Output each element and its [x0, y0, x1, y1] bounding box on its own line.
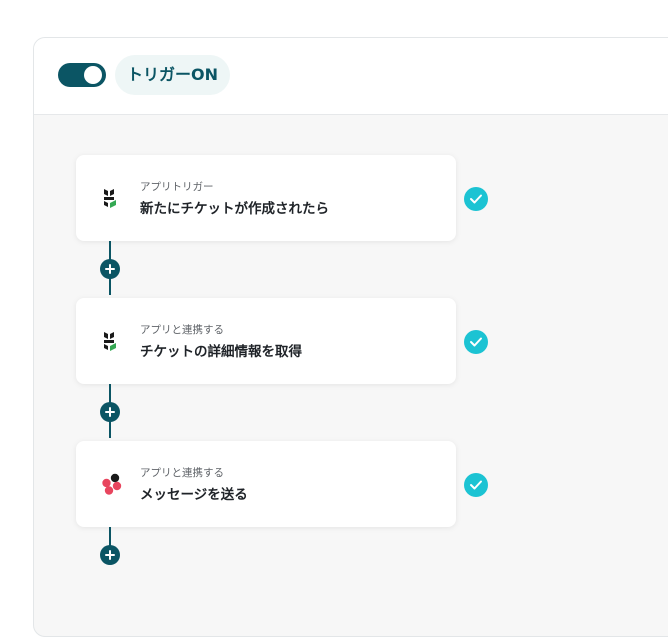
trigger-status-label: トリガーON	[115, 55, 230, 95]
check-icon	[464, 330, 488, 354]
check-icon	[464, 187, 488, 211]
step-type-label: アプリトリガー	[140, 181, 214, 193]
step-title: メッセージを送る	[140, 487, 248, 503]
check-icon	[464, 473, 488, 497]
flow-editor-panel: トリガーON アプリトリガー 新たにチケットが作成されたら アプリと連携する チ…	[33, 37, 668, 637]
chat-app-icon	[100, 471, 122, 497]
step-title: 新たにチケットが作成されたら	[140, 201, 329, 217]
add-step-button[interactable]	[100, 545, 120, 565]
flow-step-card-2[interactable]: アプリと連携する チケットの詳細情報を取得	[76, 298, 456, 384]
toggle-knob	[84, 66, 102, 84]
step-title: チケットの詳細情報を取得	[140, 344, 302, 360]
connector-line	[109, 527, 111, 547]
flow-step-card-1[interactable]: アプリトリガー 新たにチケットが作成されたら	[76, 155, 456, 241]
add-step-button[interactable]	[100, 259, 120, 279]
helpdesk-app-icon	[100, 185, 122, 211]
trigger-toggle[interactable]	[58, 63, 106, 87]
step-type-label: アプリと連携する	[140, 467, 224, 479]
helpdesk-app-icon	[100, 328, 122, 354]
add-step-button[interactable]	[100, 402, 120, 422]
flow-header: トリガーON	[34, 38, 668, 115]
flow-step-card-3[interactable]: アプリと連携する メッセージを送る	[76, 441, 456, 527]
step-type-label: アプリと連携する	[140, 324, 224, 336]
